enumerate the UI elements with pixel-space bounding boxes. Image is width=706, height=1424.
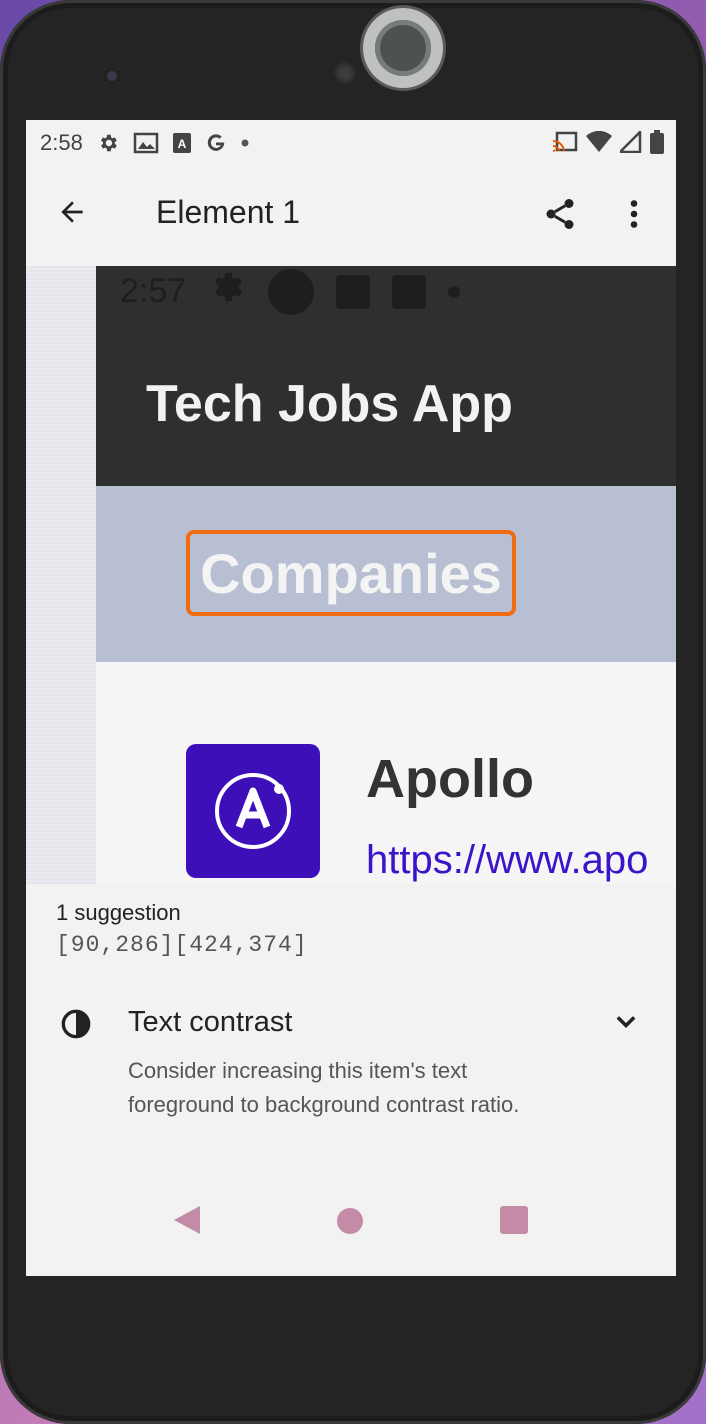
- captured-dot-icon: [448, 285, 461, 298]
- share-icon[interactable]: [542, 196, 578, 236]
- proximity-sensor: [334, 62, 356, 84]
- photos-notification-icon: [133, 132, 159, 154]
- app-a-notification-icon: A: [172, 133, 191, 153]
- settings-icon: [97, 132, 119, 154]
- suggestions-panel: 1 suggestion [90,286][424,374] Text cont…: [26, 884, 676, 1174]
- captured-photos-icon: [336, 274, 371, 309]
- screen: 2:58 A Element 1 2:57 Tech Jobs App Comp…: [26, 120, 676, 1276]
- captured-app-a-icon: [392, 274, 427, 309]
- arrow-back-icon[interactable]: [56, 196, 88, 232]
- captured-screen: 2:57 Tech Jobs App Companies Apollo http…: [96, 266, 676, 884]
- captured-company-name: Apollo: [366, 749, 534, 809]
- captured-app-bar: 2:57 Tech Jobs App: [96, 266, 676, 486]
- suggestion-count: 1 suggestion: [56, 900, 181, 925]
- wifi-icon: [586, 130, 612, 159]
- captured-company-url: https://www.apo: [366, 838, 649, 882]
- nav-home-icon[interactable]: [337, 1208, 363, 1234]
- status-bar: 2:58 A: [26, 120, 676, 166]
- google-icon: [205, 132, 227, 154]
- element-bounds: [90,286][424,374]: [56, 932, 308, 958]
- captured-status-bar: 2:57: [120, 268, 461, 315]
- contrast-icon: [60, 1008, 92, 1044]
- captured-app-icon: [268, 268, 315, 315]
- signal-icon: [616, 128, 642, 159]
- captured-settings-icon: [208, 268, 246, 315]
- battery-icon: [650, 130, 664, 160]
- system-nav-bar: [26, 1174, 676, 1276]
- captured-app-title: Tech Jobs App: [146, 375, 513, 433]
- chevron-down-icon[interactable]: [612, 1008, 640, 1040]
- suggestion-description: Consider increasing this item's text for…: [128, 1058, 520, 1117]
- rear-camera: [363, 8, 443, 88]
- cast-icon: [552, 131, 578, 159]
- phone-frame: 2:58 A Element 1 2:57 Tech Jobs App Comp…: [0, 0, 706, 1424]
- status-time: 2:58: [40, 130, 83, 155]
- nav-recents-icon[interactable]: [500, 1206, 528, 1234]
- app-bar: Element 1: [26, 166, 676, 266]
- preview-margin: [26, 266, 96, 884]
- svg-text:A: A: [177, 137, 186, 151]
- notification-dot-icon: [241, 139, 249, 147]
- captured-status-time: 2:57: [120, 272, 187, 310]
- more-vert-icon[interactable]: [624, 196, 644, 236]
- highlighted-element[interactable]: Companies: [186, 530, 516, 616]
- suggestion-title[interactable]: Text contrast: [128, 1006, 292, 1039]
- nav-back-icon[interactable]: [172, 1204, 202, 1240]
- captured-tab-label: Companies: [200, 541, 502, 605]
- page-title: Element 1: [156, 194, 301, 230]
- front-camera: [104, 68, 120, 84]
- apollo-logo-icon: [186, 744, 320, 878]
- screenshot-preview[interactable]: 2:57 Tech Jobs App Companies Apollo http…: [26, 266, 676, 884]
